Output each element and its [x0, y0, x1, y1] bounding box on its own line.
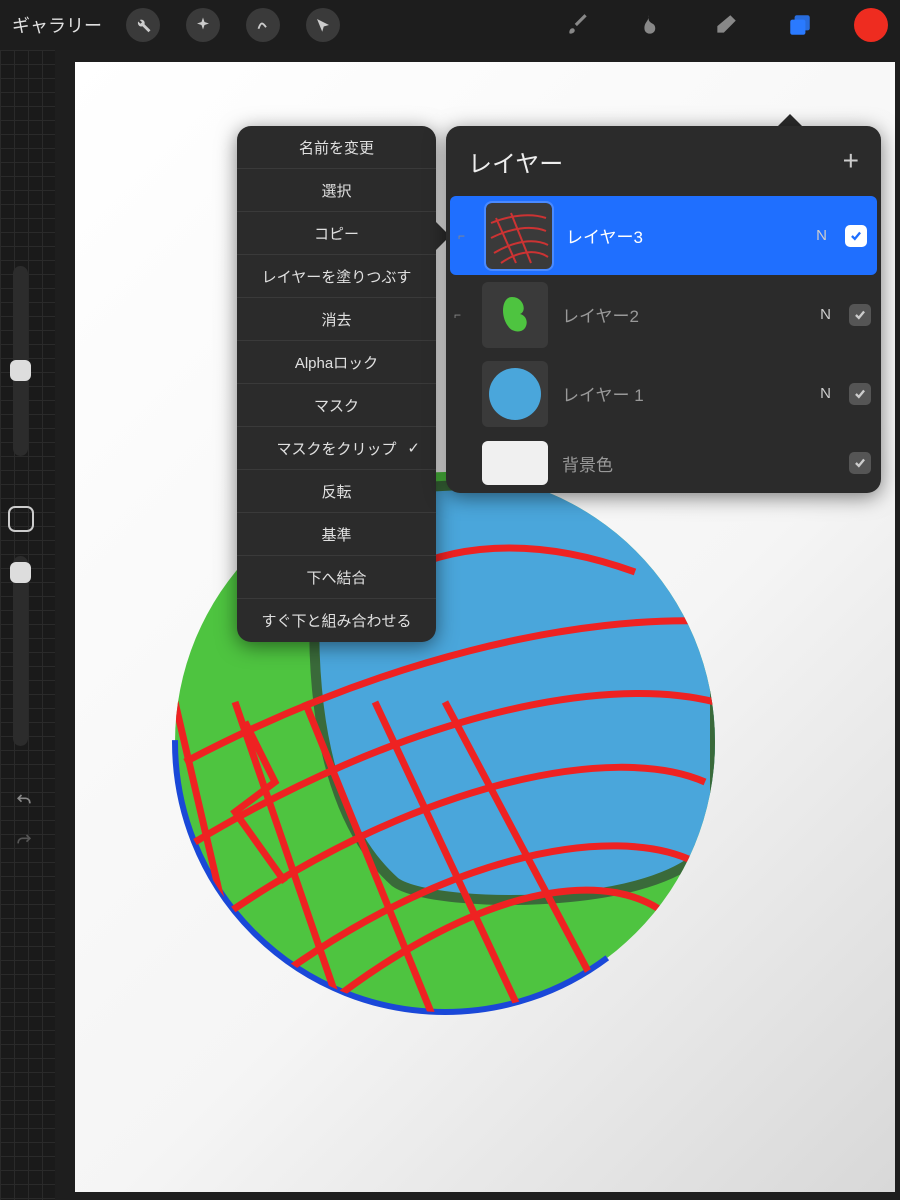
layer-name: レイヤー3 — [566, 223, 802, 248]
menu-rename[interactable]: 名前を変更 — [237, 126, 436, 169]
clip-indicator-icon: ⌐ — [454, 308, 468, 322]
menu-combine-down[interactable]: すぐ下と組み合わせる — [237, 599, 436, 642]
layer-row-background[interactable]: 背景色 — [446, 433, 881, 493]
brush-size-knob[interactable] — [10, 360, 31, 381]
visibility-checkbox[interactable] — [849, 383, 871, 405]
layer-name: 背景色 — [562, 451, 835, 476]
layer-thumb[interactable] — [482, 441, 548, 485]
menu-mask[interactable]: マスク — [237, 384, 436, 427]
layers-title: レイヤー — [468, 144, 563, 179]
menu-alpha-lock[interactable]: Alphaロック — [237, 341, 436, 384]
eraser-icon[interactable] — [706, 5, 746, 45]
gallery-button[interactable]: ギャラリー — [12, 12, 102, 38]
layer-name: レイヤー 1 — [562, 381, 806, 406]
visibility-checkbox[interactable] — [849, 304, 871, 326]
layer-row-2[interactable]: ⌐ レイヤー2 N — [446, 275, 881, 354]
top-toolbar: ギャラリー — [0, 0, 900, 50]
layer-name: レイヤー2 — [562, 302, 806, 327]
layer-thumb[interactable] — [486, 203, 552, 269]
layer-context-menu: 名前を変更 選択 コピー レイヤーを塗りつぶす 消去 Alphaロック マスク … — [237, 126, 436, 642]
blend-mode[interactable]: N — [820, 385, 831, 402]
add-layer-button[interactable]: + — [843, 145, 859, 177]
modifier-toggle[interactable] — [8, 506, 34, 532]
clip-indicator-icon: ⌐ — [458, 229, 472, 243]
visibility-checkbox[interactable] — [845, 225, 867, 247]
wrench-icon[interactable] — [126, 8, 160, 42]
blend-mode[interactable]: N — [816, 227, 827, 244]
adjust-icon[interactable] — [186, 8, 220, 42]
menu-select[interactable]: 選択 — [237, 169, 436, 212]
opacity-slider[interactable] — [13, 556, 28, 746]
layers-panel-pointer — [778, 114, 802, 126]
check-icon: ✓ — [407, 439, 420, 457]
menu-clip-mask[interactable]: マスクをクリップ✓ — [237, 427, 436, 470]
menu-invert[interactable]: 反転 — [237, 470, 436, 513]
select-icon[interactable] — [246, 8, 280, 42]
cursor-icon[interactable] — [306, 8, 340, 42]
workspace: 名前を変更 選択 コピー レイヤーを塗りつぶす 消去 Alphaロック マスク … — [0, 50, 900, 1200]
brush-icon[interactable] — [558, 5, 598, 45]
visibility-checkbox[interactable] — [849, 452, 871, 474]
opacity-knob[interactable] — [10, 562, 31, 583]
blend-mode[interactable]: N — [820, 306, 831, 323]
redo-icon[interactable] — [14, 830, 34, 850]
menu-clear[interactable]: 消去 — [237, 298, 436, 341]
layer-thumb[interactable] — [482, 282, 548, 348]
layer-row-1[interactable]: レイヤー 1 N — [446, 354, 881, 433]
layers-panel: レイヤー + ⌐ レイヤー3 N ⌐ レイヤー2 N レイ — [446, 126, 881, 493]
menu-copy[interactable]: コピー — [237, 212, 436, 255]
menu-merge-down[interactable]: 下へ結合 — [237, 556, 436, 599]
smudge-icon[interactable] — [632, 5, 672, 45]
layers-icon[interactable] — [780, 5, 820, 45]
layer-thumb[interactable] — [482, 361, 548, 427]
color-icon[interactable] — [854, 8, 888, 42]
menu-fill[interactable]: レイヤーを塗りつぶす — [237, 255, 436, 298]
layer-row-3[interactable]: ⌐ レイヤー3 N — [450, 196, 877, 275]
undo-icon[interactable] — [14, 790, 34, 810]
menu-reference[interactable]: 基準 — [237, 513, 436, 556]
